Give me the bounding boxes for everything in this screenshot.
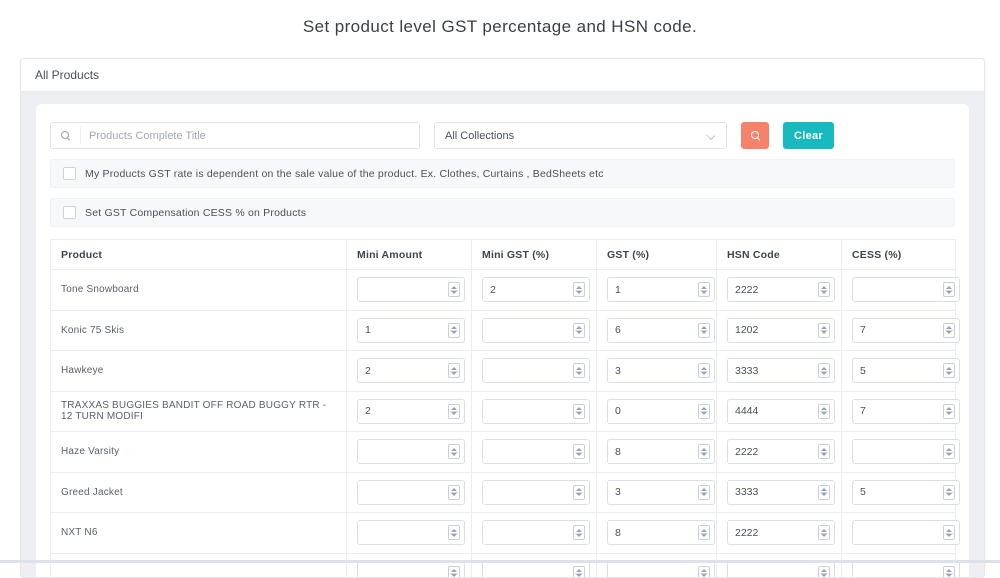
number-stepper-icon[interactable] — [698, 566, 710, 578]
chevron-down-icon — [706, 131, 715, 140]
number-stepper-icon[interactable] — [573, 525, 585, 540]
number-stepper-icon[interactable] — [943, 363, 955, 378]
number-stepper-icon[interactable] — [573, 363, 585, 378]
card-body: All Collections Clear My Products GST ra… — [21, 92, 984, 578]
number-stepper-icon[interactable] — [698, 404, 710, 419]
number-stepper-icon[interactable] — [818, 485, 830, 500]
number-stepper-icon[interactable] — [943, 404, 955, 419]
table-header-row: Product Mini Amount Mini GST (%) GST (%)… — [51, 240, 956, 270]
number-stepper-icon[interactable] — [698, 363, 710, 378]
number-stepper-icon[interactable] — [448, 485, 460, 500]
number-stepper-icon[interactable] — [818, 363, 830, 378]
gst-dependent-checkbox[interactable] — [63, 167, 76, 180]
table-row: Haze Varsity — [51, 432, 956, 473]
search-button[interactable] — [741, 122, 769, 149]
number-stepper-icon[interactable] — [573, 323, 585, 338]
content-panel: All Collections Clear My Products GST ra… — [36, 104, 969, 578]
number-stepper-icon[interactable] — [818, 525, 830, 540]
product-name: Haze Varsity — [51, 432, 347, 473]
number-stepper-icon[interactable] — [573, 485, 585, 500]
search-row: All Collections Clear — [50, 122, 955, 149]
gst-dependent-label: My Products GST rate is dependent on the… — [85, 168, 604, 180]
col-hsn: HSN Code — [717, 240, 842, 270]
number-stepper-icon[interactable] — [448, 404, 460, 419]
number-stepper-icon[interactable] — [943, 282, 955, 297]
product-name: Hawkeye — [51, 351, 347, 392]
product-name: Konic 75 Skis — [51, 310, 347, 351]
product-name: NXT N6 — [51, 513, 347, 554]
col-cess: CESS (%) — [842, 240, 956, 270]
number-stepper-icon[interactable] — [818, 282, 830, 297]
table-row: NXT N6 — [51, 513, 956, 554]
number-stepper-icon[interactable] — [573, 404, 585, 419]
number-stepper-icon[interactable] — [448, 566, 460, 578]
product-title-search-input[interactable] — [81, 123, 419, 148]
number-stepper-icon[interactable] — [943, 323, 955, 338]
number-stepper-icon[interactable] — [698, 444, 710, 459]
number-stepper-icon[interactable] — [943, 444, 955, 459]
cess-label: Set GST Compensation CESS % on Products — [85, 207, 306, 219]
search-icon — [51, 127, 81, 144]
number-stepper-icon[interactable] — [448, 323, 460, 338]
all-products-card: All Products All Collections Clear My Pr… — [20, 58, 985, 578]
cess-row: Set GST Compensation CESS % on Products — [50, 198, 955, 227]
number-stepper-icon[interactable] — [698, 525, 710, 540]
number-stepper-icon[interactable] — [573, 444, 585, 459]
table-row: TRAXXAS BUGGIES BANDIT OFF ROAD BUGGY RT… — [51, 391, 956, 432]
number-stepper-icon[interactable] — [818, 323, 830, 338]
col-product: Product — [51, 240, 347, 270]
col-mini-gst: Mini GST (%) — [472, 240, 597, 270]
table-row — [51, 553, 956, 578]
number-stepper-icon[interactable] — [698, 323, 710, 338]
number-stepper-icon[interactable] — [943, 566, 955, 578]
number-stepper-icon[interactable] — [943, 485, 955, 500]
number-stepper-icon[interactable] — [448, 525, 460, 540]
col-gst: GST (%) — [597, 240, 717, 270]
product-name: Tone Snowboard — [51, 270, 347, 311]
gst-dependent-row: My Products GST rate is dependent on the… — [50, 159, 955, 188]
number-stepper-icon[interactable] — [943, 525, 955, 540]
product-name: Greed Jacket — [51, 472, 347, 513]
cess-checkbox[interactable] — [63, 206, 76, 219]
product-search-box — [50, 122, 420, 149]
number-stepper-icon[interactable] — [818, 404, 830, 419]
product-name: TRAXXAS BUGGIES BANDIT OFF ROAD BUGGY RT… — [51, 391, 347, 432]
number-stepper-icon[interactable] — [573, 282, 585, 297]
collections-select[interactable]: All Collections — [434, 122, 727, 149]
collections-select-value: All Collections — [445, 130, 514, 142]
number-stepper-icon[interactable] — [448, 444, 460, 459]
table-row: Tone Snowboard — [51, 270, 956, 311]
table-row: Hawkeye — [51, 351, 956, 392]
magnifier-icon — [751, 131, 760, 140]
card-header: All Products — [21, 59, 984, 92]
number-stepper-icon[interactable] — [818, 566, 830, 578]
table-body: Tone Snowboard Konic 75 Skis Hawkeye — [51, 270, 956, 578]
number-stepper-icon[interactable] — [818, 444, 830, 459]
table-row: Konic 75 Skis — [51, 310, 956, 351]
clear-button[interactable]: Clear — [783, 122, 834, 149]
page-title: Set product level GST percentage and HSN… — [0, 17, 1000, 37]
number-stepper-icon[interactable] — [448, 363, 460, 378]
number-stepper-icon[interactable] — [698, 485, 710, 500]
table-row: Greed Jacket — [51, 472, 956, 513]
col-mini-amount: Mini Amount — [347, 240, 472, 270]
product-name — [51, 553, 347, 578]
number-stepper-icon[interactable] — [573, 566, 585, 578]
number-stepper-icon[interactable] — [448, 282, 460, 297]
number-stepper-icon[interactable] — [698, 282, 710, 297]
products-table: Product Mini Amount Mini GST (%) GST (%)… — [50, 239, 956, 578]
